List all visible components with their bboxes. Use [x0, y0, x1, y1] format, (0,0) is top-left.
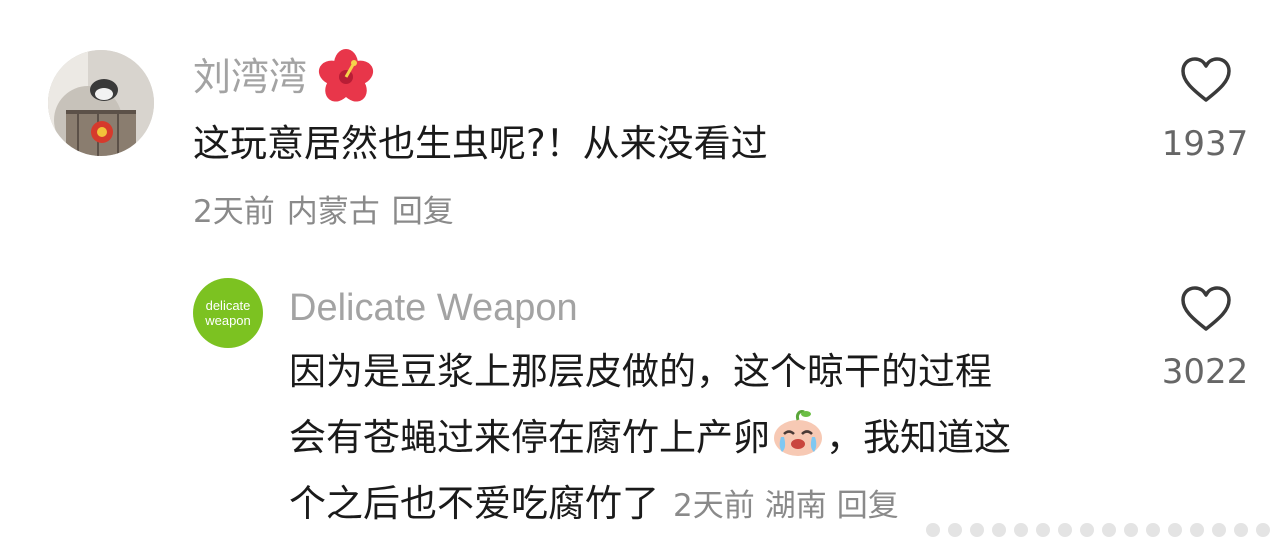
comment-meta: 2天前 内蒙古 回复	[193, 190, 466, 234]
reply-text-line: 因为是豆浆上那层皮做的，这个晾干的过程	[289, 350, 992, 393]
avatar-text: delicate	[205, 298, 251, 313]
reply-text-segment: 个之后也不爱吃腐竹了	[289, 482, 659, 525]
comment-thread: 刘湾湾 这玩意居然也生虫呢?！从来没看过 2天前 内蒙古 回复 1937 delic…	[0, 0, 1284, 558]
reply-username[interactable]: Delicate Weapon	[289, 283, 578, 333]
like-count: 3022	[1161, 352, 1249, 392]
reply-location: 湖南	[764, 488, 827, 524]
avatar-text: weapon	[205, 313, 251, 328]
reply-text-segment: 会有苍蝇过来停在腐竹上产卵	[289, 416, 770, 459]
reply-meta: 2天前 湖南 回复	[673, 488, 909, 524]
reply-text-segment: ，我知道这	[826, 416, 1011, 459]
comment-time: 2天前	[193, 194, 275, 230]
comment-reply-button[interactable]: 回复	[392, 194, 454, 230]
comment-username[interactable]: 刘湾湾	[193, 52, 307, 102]
like-count: 1937	[1161, 124, 1249, 164]
reply-text-line: 会有苍蝇过来停在腐竹上产卵 ，我知道这	[289, 408, 1011, 468]
reply-reply-button[interactable]: 回复	[837, 488, 899, 524]
avatar[interactable]	[48, 50, 154, 156]
crying-face-emoji	[774, 410, 822, 456]
heart-icon[interactable]	[1180, 285, 1232, 333]
heart-icon[interactable]	[1180, 56, 1232, 104]
reply-time: 2天前	[673, 488, 755, 524]
comment-location: 内蒙古	[286, 194, 380, 230]
reply-avatar[interactable]: delicate weapon	[193, 278, 263, 348]
reply-text-line: 个之后也不爱吃腐竹了 2天前 湖南 回复	[289, 474, 909, 536]
hibiscus-emoji	[318, 49, 374, 102]
watermark	[918, 508, 1284, 552]
comment-text: 这玩意居然也生虫呢?！从来没看过	[193, 122, 768, 165]
